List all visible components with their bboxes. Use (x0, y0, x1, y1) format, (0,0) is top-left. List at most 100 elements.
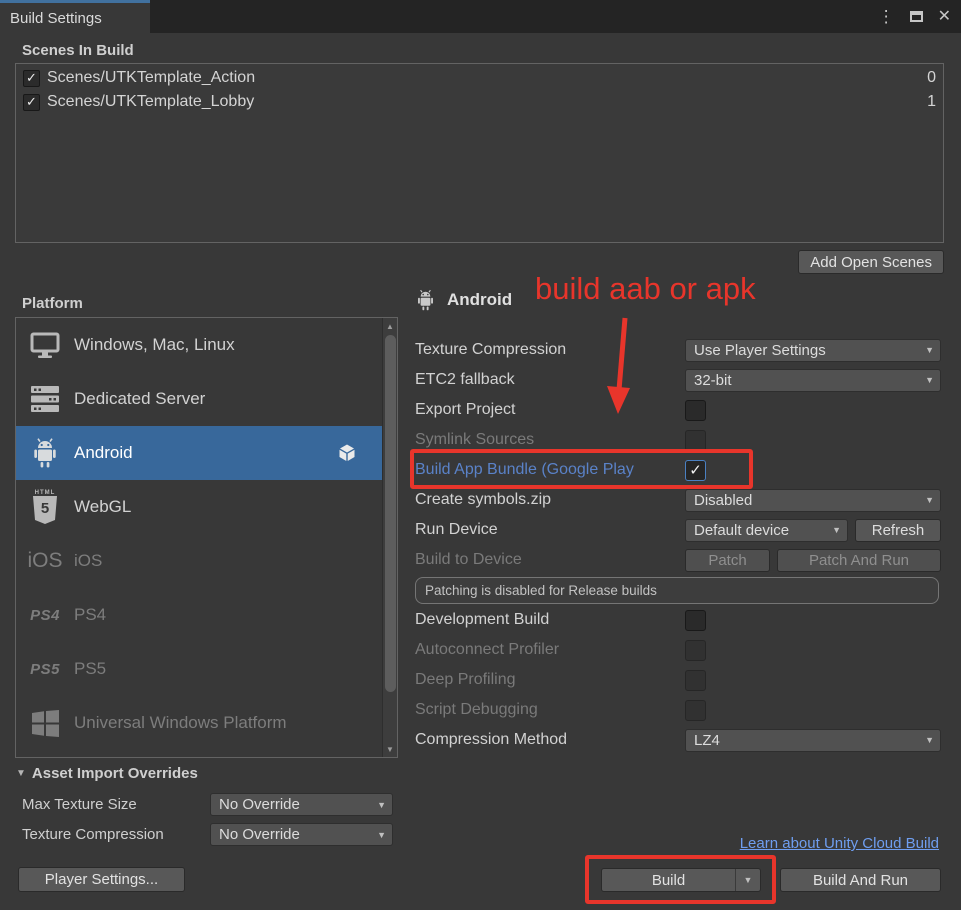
platform-label: WebGL (74, 497, 131, 517)
platform-item-ps4[interactable]: PS4 PS4 (16, 588, 382, 642)
chevron-down-icon: ▼ (925, 375, 934, 385)
build-button[interactable]: Build (602, 869, 735, 891)
close-icon[interactable]: ✕ (938, 9, 951, 25)
create-symbols-dropdown[interactable]: Disabled ▼ (685, 489, 941, 512)
platform-item-ios[interactable]: iOS iOS (16, 534, 382, 588)
build-to-device-row: Build to Device Patch Patch And Run (415, 545, 942, 575)
windows-icon (16, 710, 74, 737)
deep-profiling-checkbox[interactable] (685, 670, 706, 691)
patching-info-row: Patching is disabled for Release builds (415, 575, 942, 605)
texture-compression-dropdown[interactable]: Use Player Settings ▼ (685, 339, 941, 362)
compression-method-dropdown[interactable]: LZ4 ▼ (685, 729, 941, 752)
window-tab[interactable]: Build Settings (0, 0, 150, 33)
asset-import-overrides-header: Asset Import Overrides (32, 765, 198, 782)
build-app-bundle-row: Build App Bundle (Google Play ✓ (415, 455, 942, 485)
platform-header: Platform (22, 295, 83, 312)
chevron-down-icon: ▼ (377, 800, 386, 810)
autoconnect-profiler-row: Autoconnect Profiler (415, 635, 942, 665)
platform-item-uwp[interactable]: Universal Windows Platform (16, 696, 382, 750)
scenes-list[interactable]: ✓ Scenes/UTKTemplate_Action 0 ✓ Scenes/U… (15, 63, 944, 243)
etc2-fallback-row: ETC2 fallback 32-bit ▼ (415, 365, 942, 395)
platform-item-webgl[interactable]: HTML 5 WebGL (16, 480, 382, 534)
window-title: Build Settings (10, 10, 102, 27)
player-settings-button[interactable]: Player Settings... (18, 867, 185, 892)
platform-label: Universal Windows Platform (74, 713, 287, 733)
platform-item-dedicated-server[interactable]: Dedicated Server (16, 372, 382, 426)
chevron-down-icon: ▼ (832, 525, 841, 535)
chevron-down-icon: ▼ (744, 875, 753, 885)
scroll-down-icon[interactable]: ▼ (383, 742, 397, 756)
chevron-down-icon: ▼ (925, 345, 934, 355)
run-device-dropdown[interactable]: Default device ▼ (685, 519, 848, 542)
patch-and-run-button[interactable]: Patch And Run (777, 549, 941, 572)
ios-logo-icon: iOS (16, 549, 74, 573)
chevron-down-icon: ▼ (925, 495, 934, 505)
deep-profiling-row: Deep Profiling (415, 665, 942, 695)
android-panel-title: Android (447, 290, 512, 310)
scenes-in-build-header: Scenes In Build (22, 42, 134, 59)
checkmark-icon: ✓ (689, 461, 702, 479)
create-symbols-row: Create symbols.zip Disabled ▼ (415, 485, 942, 515)
scene-label: Scenes/UTKTemplate_Lobby (47, 93, 927, 111)
patch-button[interactable]: Patch (685, 549, 770, 572)
svg-text:5: 5 (41, 500, 49, 517)
scene-label: Scenes/UTKTemplate_Action (47, 69, 927, 87)
ps4-logo-icon: PS4 (16, 607, 74, 624)
symlink-sources-row: Symlink Sources (415, 425, 942, 455)
scrollbar-thumb[interactable] (385, 335, 396, 692)
scene-row[interactable]: ✓ Scenes/UTKTemplate_Action 0 (16, 66, 943, 90)
android-settings-panel: Android Texture Compression Use Player S… (415, 285, 942, 755)
kebab-menu-icon[interactable]: ⋮ (878, 8, 895, 25)
platform-item-ps5[interactable]: PS5 PS5 (16, 642, 382, 696)
learn-cloud-build-link[interactable]: Learn about Unity Cloud Build (740, 835, 939, 852)
texture-compression-row: Texture Compression Use Player Settings … (415, 335, 942, 365)
refresh-button[interactable]: Refresh (855, 519, 941, 542)
export-project-checkbox[interactable] (685, 400, 706, 421)
maximize-icon[interactable] (910, 11, 923, 22)
chevron-down-icon: ▼ (925, 735, 934, 745)
build-dropdown-arrow[interactable]: ▼ (735, 869, 760, 891)
android-header-icon (415, 289, 436, 312)
scene-index: 0 (927, 69, 936, 87)
compression-method-row: Compression Method LZ4 ▼ (415, 725, 942, 755)
scene-row[interactable]: ✓ Scenes/UTKTemplate_Lobby 1 (16, 90, 943, 114)
platform-label: Android (74, 443, 133, 463)
platform-item-windows-mac-linux[interactable]: Windows, Mac, Linux (16, 318, 382, 372)
script-debugging-row: Script Debugging (415, 695, 942, 725)
platform-item-android[interactable]: Android (16, 426, 382, 480)
unity-logo-icon (338, 444, 356, 462)
build-and-run-button[interactable]: Build And Run (780, 868, 941, 892)
export-project-row: Export Project (415, 395, 942, 425)
annotation-text: build aab or apk (535, 271, 756, 307)
run-device-row: Run Device Default device ▼ Refresh (415, 515, 942, 545)
etc2-fallback-dropdown[interactable]: 32-bit ▼ (685, 369, 941, 392)
platform-label: Dedicated Server (74, 389, 205, 409)
platform-label: PS5 (74, 659, 106, 679)
scene-checkbox[interactable]: ✓ (23, 70, 40, 87)
max-texture-size-dropdown[interactable]: No Override ▼ (210, 793, 393, 816)
script-debugging-checkbox[interactable] (685, 700, 706, 721)
server-icon (16, 386, 74, 412)
build-app-bundle-checkbox[interactable]: ✓ (685, 460, 706, 481)
texture-compression-override-dropdown[interactable]: No Override ▼ (210, 823, 393, 846)
asset-import-overrides-foldout[interactable]: ▼ Asset Import Overrides (16, 765, 198, 782)
platform-label: PS4 (74, 605, 106, 625)
window-controls: ⋮ ✕ (878, 0, 951, 33)
monitor-icon (16, 332, 74, 359)
autoconnect-profiler-checkbox[interactable] (685, 640, 706, 661)
scene-index: 1 (927, 93, 936, 111)
development-build-row: Development Build (415, 605, 942, 635)
add-open-scenes-button[interactable]: Add Open Scenes (798, 250, 944, 274)
ps5-logo-icon: PS5 (16, 661, 74, 678)
patching-disabled-notice: Patching is disabled for Release builds (415, 577, 939, 604)
checkmark-icon: ✓ (26, 70, 37, 86)
platform-label: iOS (74, 551, 102, 571)
scene-checkbox[interactable]: ✓ (23, 94, 40, 111)
texture-compression-override-row: Texture Compression No Override ▼ (22, 823, 393, 846)
checkmark-icon: ✓ (26, 94, 37, 110)
symlink-sources-checkbox[interactable] (685, 430, 706, 451)
development-build-checkbox[interactable] (685, 610, 706, 631)
platform-scrollbar[interactable]: ▲ ▼ (382, 318, 397, 757)
scroll-up-icon[interactable]: ▲ (383, 319, 397, 333)
title-bar: Build Settings ⋮ ✕ (0, 0, 961, 33)
